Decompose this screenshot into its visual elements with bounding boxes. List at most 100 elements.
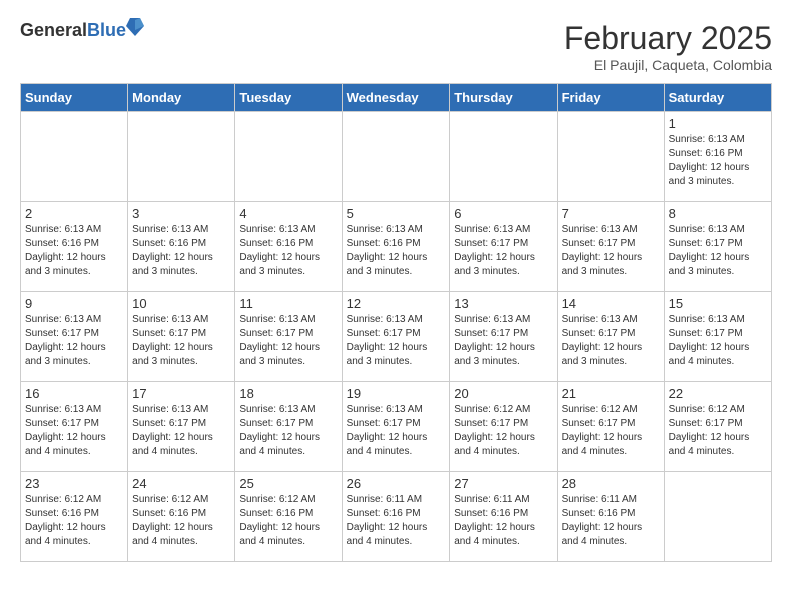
calendar-cell: 7 Sunrise: 6:13 AM Sunset: 6:17 PM Daylig… xyxy=(557,202,664,292)
calendar-cell: 26 Sunrise: 6:11 AM Sunset: 6:16 PM Dayli… xyxy=(342,472,450,562)
calendar-cell: 1 Sunrise: 6:13 AM Sunset: 6:16 PM Daylig… xyxy=(664,112,771,202)
calendar-cell: 8 Sunrise: 6:13 AM Sunset: 6:17 PM Daylig… xyxy=(664,202,771,292)
calendar-table: SundayMondayTuesdayWednesdayThursdayFrid… xyxy=(20,83,772,562)
week-row-1: 2 Sunrise: 6:13 AM Sunset: 6:16 PM Daylig… xyxy=(21,202,772,292)
week-row-2: 9 Sunrise: 6:13 AM Sunset: 6:17 PM Daylig… xyxy=(21,292,772,382)
day-number: 14 xyxy=(562,296,660,311)
calendar-cell: 2 Sunrise: 6:13 AM Sunset: 6:16 PM Daylig… xyxy=(21,202,128,292)
day-info: Sunrise: 6:13 AM Sunset: 6:17 PM Dayligh… xyxy=(132,313,230,369)
day-number: 19 xyxy=(347,386,446,401)
calendar-cell xyxy=(128,112,235,202)
day-number: 9 xyxy=(25,296,123,311)
calendar-cell: 21 Sunrise: 6:12 AM Sunset: 6:17 PM Dayli… xyxy=(557,382,664,472)
day-info: Sunrise: 6:12 AM Sunset: 6:17 PM Dayligh… xyxy=(562,403,660,459)
day-info: Sunrise: 6:13 AM Sunset: 6:17 PM Dayligh… xyxy=(562,313,660,369)
day-number: 2 xyxy=(25,206,123,221)
calendar-cell: 5 Sunrise: 6:13 AM Sunset: 6:16 PM Daylig… xyxy=(342,202,450,292)
calendar-cell xyxy=(664,472,771,562)
day-number: 21 xyxy=(562,386,660,401)
week-row-0: 1 Sunrise: 6:13 AM Sunset: 6:16 PM Daylig… xyxy=(21,112,772,202)
day-info: Sunrise: 6:12 AM Sunset: 6:17 PM Dayligh… xyxy=(454,403,552,459)
calendar-cell: 23Sunrise: 6:12 AM Sunset: 6:16 PM Dayli… xyxy=(21,472,128,562)
day-info: Sunrise: 6:13 AM Sunset: 6:17 PM Dayligh… xyxy=(669,223,767,279)
calendar-cell: 12 Sunrise: 6:13 AM Sunset: 6:17 PM Dayli… xyxy=(342,292,450,382)
day-number: 22 xyxy=(669,386,767,401)
calendar-cell: 10 Sunrise: 6:13 AM Sunset: 6:17 PM Dayli… xyxy=(128,292,235,382)
month-title: February 2025 xyxy=(564,20,772,57)
day-number: 25 xyxy=(239,476,337,491)
day-number: 7 xyxy=(562,206,660,221)
day-info: Sunrise: 6:13 AM Sunset: 6:17 PM Dayligh… xyxy=(454,223,552,279)
day-number: 1 xyxy=(669,116,767,131)
calendar-cell: 27 Sunrise: 6:11 AM Sunset: 6:16 PM Dayli… xyxy=(450,472,557,562)
day-info: Sunrise: 6:11 AM Sunset: 6:16 PM Dayligh… xyxy=(454,493,552,549)
day-number: 18 xyxy=(239,386,337,401)
calendar-cell: 9 Sunrise: 6:13 AM Sunset: 6:17 PM Daylig… xyxy=(21,292,128,382)
day-info: Sunrise: 6:13 AM Sunset: 6:17 PM Dayligh… xyxy=(562,223,660,279)
day-info: Sunrise: 6:13 AM Sunset: 6:16 PM Dayligh… xyxy=(239,223,337,279)
day-number: 16 xyxy=(25,386,123,401)
calendar-cell: 11Sunrise: 6:13 AM Sunset: 6:17 PM Dayli… xyxy=(235,292,342,382)
day-info: Sunrise: 6:13 AM Sunset: 6:16 PM Dayligh… xyxy=(132,223,230,279)
day-number: 26 xyxy=(347,476,446,491)
day-info: Sunrise: 6:12 AM Sunset: 6:16 PM Dayligh… xyxy=(239,493,337,549)
day-info: Sunrise: 6:13 AM Sunset: 6:17 PM Dayligh… xyxy=(347,403,446,459)
day-info: Sunrise: 6:13 AM Sunset: 6:17 PM Dayligh… xyxy=(239,313,337,369)
day-number: 4 xyxy=(239,206,337,221)
calendar-cell xyxy=(450,112,557,202)
calendar-cell: 25 Sunrise: 6:12 AM Sunset: 6:16 PM Dayli… xyxy=(235,472,342,562)
day-info: Sunrise: 6:13 AM Sunset: 6:17 PM Dayligh… xyxy=(347,313,446,369)
day-number: 3 xyxy=(132,206,230,221)
weekday-header-monday: Monday xyxy=(128,84,235,112)
calendar-cell xyxy=(557,112,664,202)
calendar-cell: 18 Sunrise: 6:13 AM Sunset: 6:17 PM Dayli… xyxy=(235,382,342,472)
calendar-cell: 20Sunrise: 6:12 AM Sunset: 6:17 PM Dayli… xyxy=(450,382,557,472)
day-number: 10 xyxy=(132,296,230,311)
day-number: 5 xyxy=(347,206,446,221)
day-info: Sunrise: 6:13 AM Sunset: 6:17 PM Dayligh… xyxy=(669,313,767,369)
day-info: Sunrise: 6:11 AM Sunset: 6:16 PM Dayligh… xyxy=(562,493,660,549)
day-number: 15 xyxy=(669,296,767,311)
day-info: Sunrise: 6:13 AM Sunset: 6:17 PM Dayligh… xyxy=(454,313,552,369)
day-info: Sunrise: 6:13 AM Sunset: 6:16 PM Dayligh… xyxy=(25,223,123,279)
weekday-header-saturday: Saturday xyxy=(664,84,771,112)
day-number: 28 xyxy=(562,476,660,491)
calendar-cell xyxy=(21,112,128,202)
calendar-cell: 6 Sunrise: 6:13 AM Sunset: 6:17 PM Daylig… xyxy=(450,202,557,292)
calendar-cell: 4 Sunrise: 6:13 AM Sunset: 6:16 PM Daylig… xyxy=(235,202,342,292)
day-info: Sunrise: 6:11 AM Sunset: 6:16 PM Dayligh… xyxy=(347,493,446,549)
weekday-header-wednesday: Wednesday xyxy=(342,84,450,112)
weekday-header-row: SundayMondayTuesdayWednesdayThursdayFrid… xyxy=(21,84,772,112)
calendar-cell xyxy=(342,112,450,202)
weekday-header-tuesday: Tuesday xyxy=(235,84,342,112)
calendar-cell: 28 Sunrise: 6:11 AM Sunset: 6:16 PM Dayli… xyxy=(557,472,664,562)
day-info: Sunrise: 6:13 AM Sunset: 6:17 PM Dayligh… xyxy=(239,403,337,459)
weekday-header-thursday: Thursday xyxy=(450,84,557,112)
day-number: 8 xyxy=(669,206,767,221)
day-number: 13 xyxy=(454,296,552,311)
calendar-cell: 24Sunrise: 6:12 AM Sunset: 6:16 PM Dayli… xyxy=(128,472,235,562)
location-subtitle: El Paujil, Caqueta, Colombia xyxy=(564,57,772,73)
day-info: Sunrise: 6:13 AM Sunset: 6:16 PM Dayligh… xyxy=(347,223,446,279)
logo-icon xyxy=(126,16,144,38)
week-row-3: 16 Sunrise: 6:13 AM Sunset: 6:17 PM Dayli… xyxy=(21,382,772,472)
calendar-cell: 19 Sunrise: 6:13 AM Sunset: 6:17 PM Dayli… xyxy=(342,382,450,472)
day-number: 17 xyxy=(132,386,230,401)
day-number: 6 xyxy=(454,206,552,221)
day-number: 12 xyxy=(347,296,446,311)
logo-blue: Blue xyxy=(87,20,126,40)
calendar-cell: 15 Sunrise: 6:13 AM Sunset: 6:17 PM Dayli… xyxy=(664,292,771,382)
day-info: Sunrise: 6:12 AM Sunset: 6:16 PM Dayligh… xyxy=(132,493,230,549)
day-info: Sunrise: 6:13 AM Sunset: 6:17 PM Dayligh… xyxy=(132,403,230,459)
day-number: 27 xyxy=(454,476,552,491)
day-info: Sunrise: 6:12 AM Sunset: 6:17 PM Dayligh… xyxy=(669,403,767,459)
calendar-cell: 14 Sunrise: 6:13 AM Sunset: 6:17 PM Dayli… xyxy=(557,292,664,382)
day-info: Sunrise: 6:13 AM Sunset: 6:17 PM Dayligh… xyxy=(25,313,123,369)
day-info: Sunrise: 6:13 AM Sunset: 6:17 PM Dayligh… xyxy=(25,403,123,459)
header: GeneralBlue February 2025 El Paujil, Caq… xyxy=(20,20,772,73)
calendar-cell: 3 Sunrise: 6:13 AM Sunset: 6:16 PM Daylig… xyxy=(128,202,235,292)
calendar-cell: 16 Sunrise: 6:13 AM Sunset: 6:17 PM Dayli… xyxy=(21,382,128,472)
calendar-cell xyxy=(235,112,342,202)
title-area: February 2025 El Paujil, Caqueta, Colomb… xyxy=(564,20,772,73)
day-info: Sunrise: 6:13 AM Sunset: 6:16 PM Dayligh… xyxy=(669,133,767,189)
